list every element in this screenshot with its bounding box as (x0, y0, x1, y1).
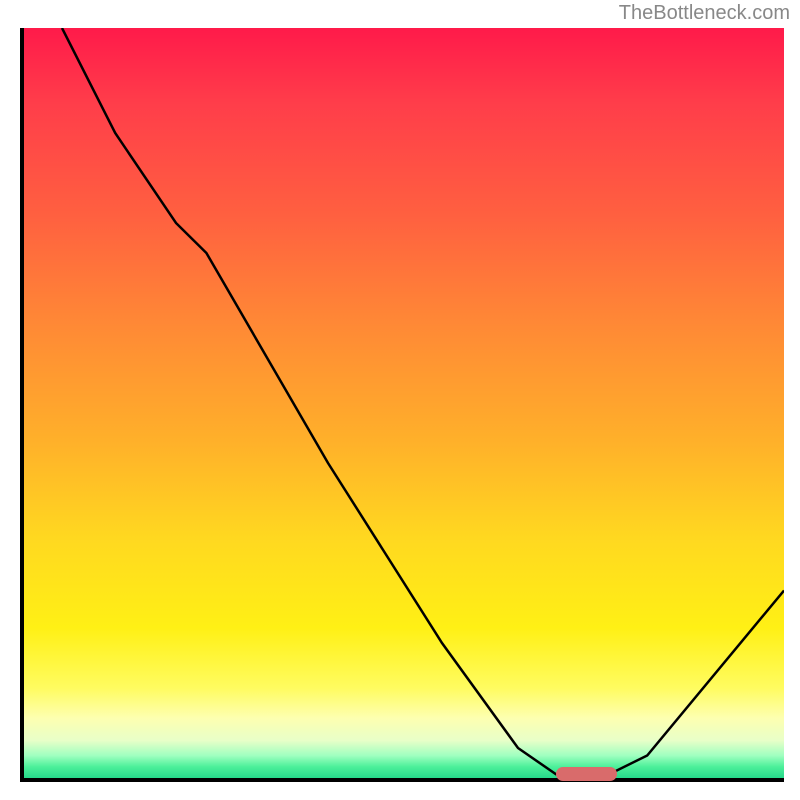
watermark-text: TheBottleneck.com (619, 2, 790, 25)
optimal-zone-marker (556, 767, 617, 781)
plot-area (20, 28, 784, 782)
bottleneck-curve (24, 28, 784, 778)
